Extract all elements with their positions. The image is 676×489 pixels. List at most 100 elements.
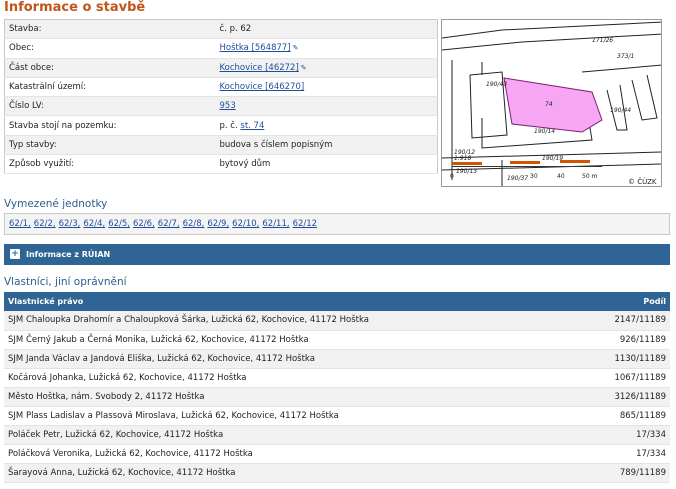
map-label: 74: [545, 101, 553, 108]
owner-name: SJM Janda Václav a Jandová Eliška, Lužic…: [4, 349, 590, 369]
owner-column-header: Vlastnické právo: [4, 292, 590, 311]
owner-share: 3126/11189: [590, 387, 670, 407]
info-label: Stavba stojí na pozemku:: [4, 115, 216, 136]
owner-share: 1067/11189: [590, 368, 670, 388]
unit-link[interactable]: 62/6,: [133, 219, 155, 229]
info-value-link[interactable]: st. 74: [240, 121, 264, 131]
info-value-cell: Kochovice [46272] ✎: [215, 58, 438, 78]
map-label: 190/13: [456, 168, 477, 175]
info-row: Katastrální území: Kochovice [646270]: [4, 77, 438, 98]
map-label: 373/1: [617, 53, 634, 60]
info-label: Část obce:: [4, 58, 216, 78]
owner-share: 17/334: [590, 425, 670, 446]
map-scale-label: 0: [450, 173, 454, 180]
info-value: č. p. 62: [219, 24, 252, 35]
unit-link[interactable]: 62/9,: [207, 219, 229, 229]
unit-link[interactable]: 62/2,: [34, 219, 56, 229]
info-label: Katastrální území:: [4, 77, 216, 98]
owner-share: 926/11189: [590, 330, 670, 350]
map-parcel-line: [581, 64, 661, 73]
expand-plus-icon: +: [10, 249, 20, 259]
map-label: 190/14: [534, 128, 555, 135]
map-label: 190/37: [507, 175, 528, 182]
cadastral-map[interactable]: 171/26 373/1 190/43 74 190/44 190/14 190…: [441, 19, 662, 187]
info-value: bytový dům: [219, 159, 271, 170]
units-list: 62/1, 62/2, 62/3, 62/4, 62/5, 62/6, 62/7, 62/8,…: [4, 213, 670, 235]
owner-share: 17/334: [590, 444, 670, 465]
info-value: budova s číslem popisným: [219, 139, 333, 150]
unit-link[interactable]: 62/1,: [9, 219, 31, 229]
info-row: Typ stavby: budova s číslem popisným: [4, 135, 438, 156]
info-label: Obec:: [4, 38, 216, 59]
owner-name: Šarayová Anna, Lužická 62, Kochovice, 41…: [4, 463, 590, 484]
map-copyright: © ČÚZK: [628, 177, 657, 186]
unit-link[interactable]: 62/5,: [108, 219, 130, 229]
owner-name: Kočárová Johanka, Lužická 62, Kochovice,…: [4, 368, 590, 388]
owner-name: Poláček Petr, Lužická 62, Kochovice, 411…: [4, 425, 590, 446]
info-value-link[interactable]: Kochovice [646270]: [220, 82, 305, 92]
unit-link[interactable]: 62/10,: [232, 219, 259, 229]
page-title: Informace o stavbě: [4, 0, 146, 15]
info-row: Způsob využití: bytový dům: [4, 154, 438, 175]
info-row: Část obce: Kochovice [46272] ✎: [4, 58, 438, 78]
ruian-info-toggle[interactable]: + Informace z RÚIAN: [4, 244, 670, 265]
map-label: 190/44: [610, 107, 631, 114]
owner-name: SJM Černý Jakub a Černá Monika, Lužická …: [4, 330, 590, 350]
unit-link[interactable]: 62/4,: [83, 219, 105, 229]
unit-link[interactable]: 62/12: [293, 219, 318, 229]
owner-name: SJM Chaloupka Drahomír a Chaloupková Šár…: [4, 311, 590, 331]
owner-row: SJM Plass Ladislav a Plassová Miroslava,…: [4, 406, 670, 427]
map-drawing: 171/26 373/1 190/43 74 190/44 190/14 190…: [442, 21, 661, 186]
owner-share: 789/11189: [590, 463, 670, 484]
info-value-link[interactable]: Hoštka [564877]: [220, 43, 291, 53]
owner-name: Poláčková Veronika, Lužická 62, Kochovic…: [4, 444, 590, 465]
owner-name: SJM Plass Ladislav a Plassová Miroslava,…: [4, 406, 590, 427]
map-highlighted-building: [503, 77, 603, 133]
map-road-line: [442, 33, 661, 51]
info-value-link[interactable]: 953: [220, 101, 236, 111]
unit-link[interactable]: 62/8,: [183, 219, 205, 229]
share-column-header: Podíl: [590, 292, 670, 311]
map-scale-label: 30: [530, 173, 538, 180]
unit-link[interactable]: 62/11,: [262, 219, 289, 229]
owners-table: Vlastnické právo Podíl SJM Chaloupka Dra…: [4, 292, 670, 484]
edit-pencil-icon[interactable]: ✎: [293, 45, 299, 52]
owner-row: Poláček Petr, Lužická 62, Kochovice, 411…: [4, 425, 670, 446]
owners-heading: Vlastníci, jiní oprávnění: [4, 276, 127, 288]
info-value-cell: č. p. 62: [215, 19, 438, 40]
info-value-link[interactable]: Kochovice [46272]: [220, 63, 299, 73]
owner-row: SJM Černý Jakub a Černá Monika, Lužická …: [4, 330, 670, 350]
info-value-cell: Hoštka [564877] ✎: [215, 38, 438, 59]
map-label: 171/26: [592, 37, 613, 44]
map-scale-label: 40: [557, 173, 565, 180]
info-label: Způsob využití:: [4, 154, 216, 175]
owner-share: 2147/11189: [590, 311, 670, 331]
ruian-info-label: Informace z RÚIAN: [26, 250, 111, 259]
unit-link[interactable]: 62/3,: [59, 219, 81, 229]
info-row: Číslo LV: 953: [4, 96, 438, 117]
info-value-cell: 953: [215, 96, 438, 117]
info-label: Číslo LV:: [4, 96, 216, 117]
unit-link[interactable]: 62/7,: [158, 219, 180, 229]
info-row: Obec: Hoštka [564877] ✎: [4, 38, 438, 59]
owner-row: Město Hoštka, nám. Svobody 2, 41172 Hošt…: [4, 387, 670, 407]
info-value-cell: p. č. st. 74: [215, 115, 438, 136]
edit-pencil-icon[interactable]: ✎: [301, 64, 307, 71]
owner-name: Město Hoštka, nám. Svobody 2, 41172 Hošt…: [4, 387, 590, 407]
units-heading: Vymezené jednotky: [4, 198, 108, 210]
info-value-prefix: p. č.: [219, 120, 238, 131]
info-value-cell: budova s číslem popisným: [215, 135, 438, 156]
owner-row: SJM Chaloupka Drahomír a Chaloupková Šár…: [4, 311, 670, 331]
info-label: Stavba:: [4, 19, 216, 40]
owner-row: Šarayová Anna, Lužická 62, Kochovice, 41…: [4, 463, 670, 484]
map-scale-label: 50 m: [582, 173, 598, 180]
owner-row: Kočárová Johanka, Lužická 62, Kochovice,…: [4, 368, 670, 388]
owner-share: 1130/11189: [590, 349, 670, 369]
info-label: Typ stavby:: [4, 135, 216, 156]
owner-share: 865/11189: [590, 406, 670, 427]
owner-row: Poláčková Veronika, Lužická 62, Kochovic…: [4, 444, 670, 465]
info-value-cell: Kochovice [646270]: [215, 77, 438, 98]
map-parcel-line: [631, 74, 658, 121]
info-value-cell: bytový dům: [215, 154, 438, 175]
map-label: 1:918: [454, 155, 471, 162]
